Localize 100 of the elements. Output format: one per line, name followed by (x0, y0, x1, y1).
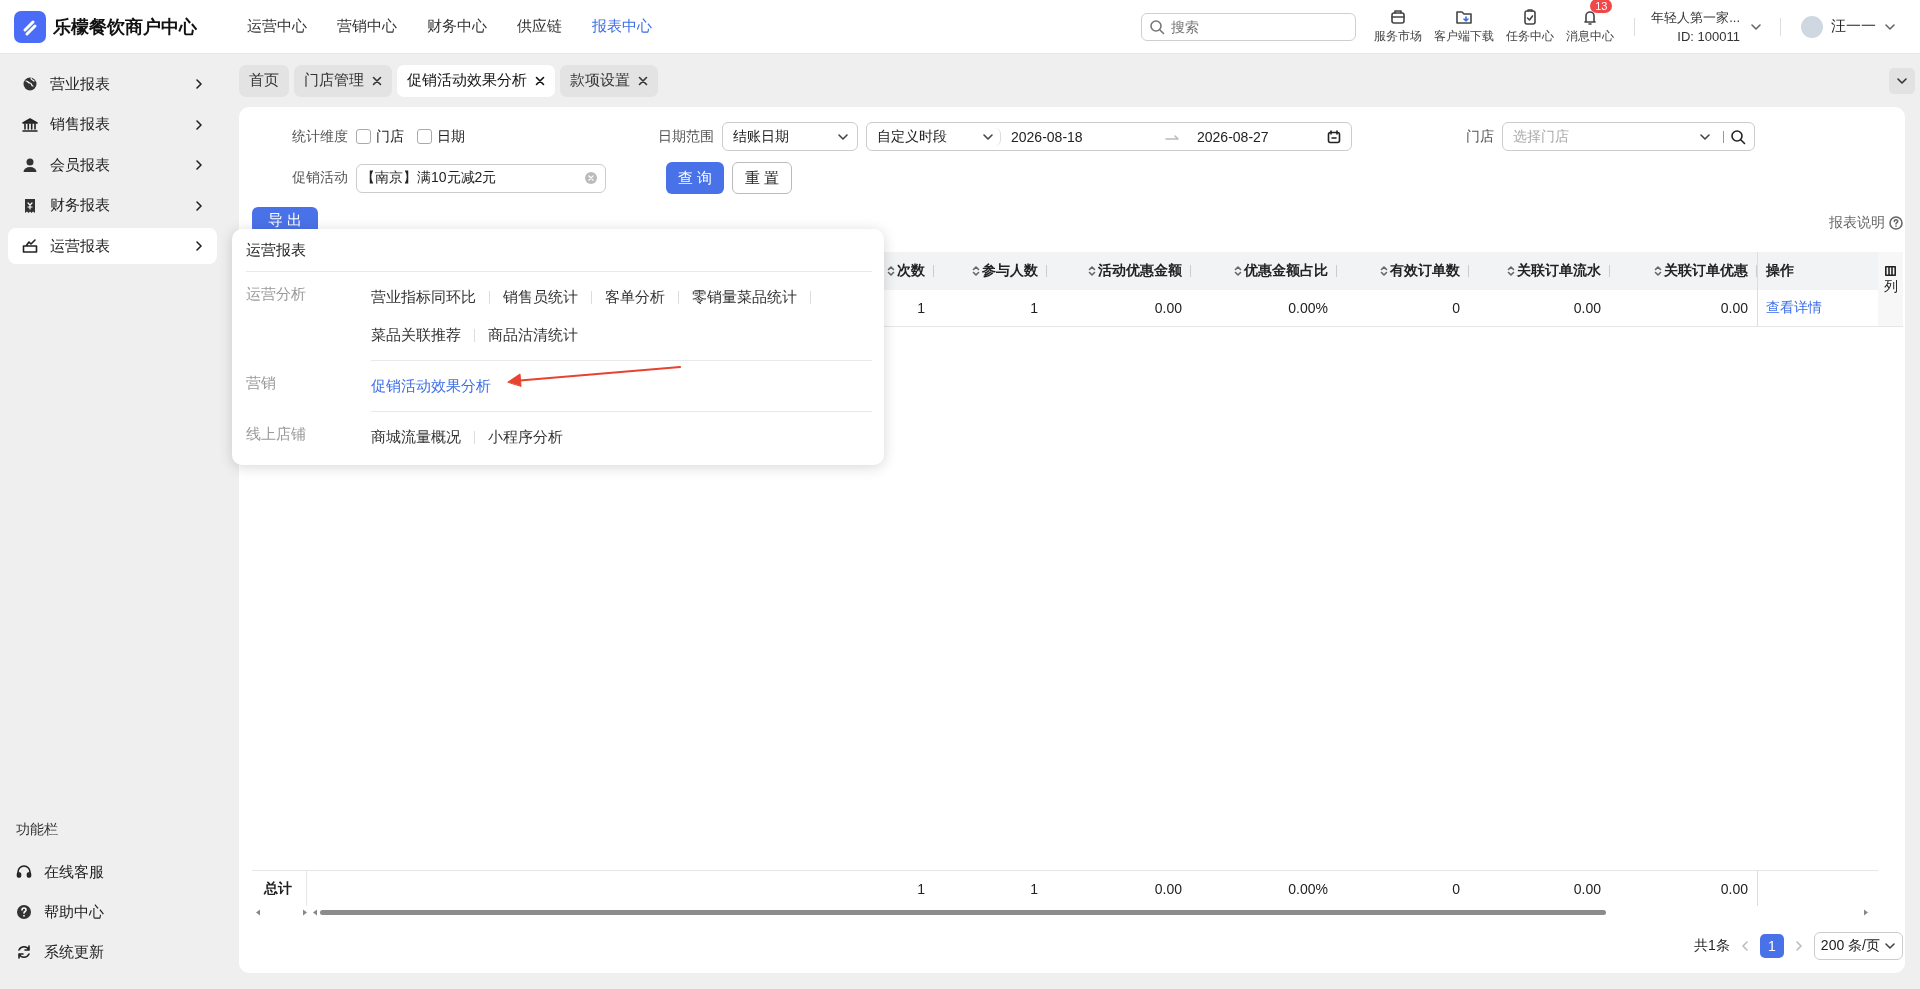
function-item[interactable]: 在线客服 (8, 857, 217, 887)
report-help-link[interactable]: 报表说明 (1829, 214, 1903, 232)
chevron-right-icon (193, 78, 205, 90)
next-page-icon (1793, 940, 1804, 952)
app-title: 乐檬餐饮商户中心 (53, 15, 197, 39)
total-cell-text: 0.00 (1719, 880, 1749, 897)
report-link[interactable]: 零销量菜品统计 (692, 278, 797, 316)
date-type-select[interactable]: 结账日期 (722, 122, 858, 151)
tab[interactable]: 首页 (239, 64, 289, 97)
task-button[interactable]: 任务中心 (1504, 8, 1557, 45)
report-link[interactable]: 促销活动效果分析 (371, 367, 491, 405)
total-cell-text: 0.00 (1153, 880, 1183, 897)
column-header[interactable]: 参与人数 (934, 252, 1047, 290)
column-header[interactable]: 优惠金额占比 (1191, 252, 1337, 290)
report-link[interactable]: 小程序分析 (488, 418, 563, 456)
table-cell-text: 1 (916, 300, 926, 316)
user-name[interactable]: 汪一一 (1831, 17, 1876, 36)
chevron-right-icon (193, 199, 205, 212)
search-icon (1730, 128, 1746, 145)
sidebar-item[interactable]: 营业报表 (8, 66, 217, 102)
period-select[interactable]: 自定义时段 (877, 127, 1001, 146)
group-label: 线上店铺 (246, 424, 307, 444)
nav-item[interactable]: 营销中心 (337, 13, 397, 40)
start-date[interactable]: 2026-08-18 (1011, 128, 1157, 145)
total-cell-text: 1 (1029, 880, 1039, 897)
field-label: 日期范围 (658, 127, 714, 146)
sidebar-item[interactable]: 销售报表 (8, 106, 217, 143)
bag-icon (1389, 8, 1408, 26)
chevron-down-icon (1884, 940, 1896, 952)
page-size-select[interactable]: 200 条/页 (1813, 932, 1903, 960)
checkbox-label[interactable]: 门店 (376, 127, 404, 146)
page-button[interactable]: 1 (1759, 934, 1784, 958)
person-icon (22, 157, 38, 173)
sidebar-item[interactable]: 运营报表 (8, 228, 217, 264)
nav-item[interactable]: 运营中心 (247, 13, 307, 40)
report-link[interactable]: 商品沽清统计 (488, 316, 578, 354)
field-label: 门店 (1466, 127, 1494, 146)
column-header[interactable]: 关联订单流水 (1469, 252, 1610, 290)
calendar-icon (1327, 129, 1341, 144)
table-cell-text: 0.00 (1153, 300, 1183, 316)
tab[interactable]: 门店管理 (294, 64, 392, 97)
reset-button[interactable]: 重置 (732, 162, 792, 194)
nav-item[interactable]: 供应链 (517, 13, 562, 40)
logo-icon (14, 10, 46, 43)
column-settings-button[interactable]: 列 (1878, 252, 1903, 327)
tab[interactable]: 促销活动效果分析 (397, 64, 555, 97)
report-link[interactable]: 商城流量概况 (371, 418, 461, 456)
avatar[interactable] (1801, 15, 1823, 38)
table-cell-text: 0.00 (1572, 300, 1602, 316)
field-label: 统计维度 (292, 127, 348, 146)
promotion-field[interactable]: 【南京】满10元减2元 (356, 163, 606, 193)
group-label: 运营分析 (246, 284, 307, 304)
function-item[interactable]: 系统更新 (8, 937, 217, 967)
query-button[interactable]: 查询 (666, 162, 724, 194)
total-cell-text: 0.00 (1572, 880, 1602, 897)
popup-title: 运营报表 (246, 241, 872, 272)
nav-item[interactable]: 报表中心 (592, 13, 652, 40)
table-cell-text: 0 (1451, 300, 1461, 316)
column-header[interactable]: 活动优惠金额 (1047, 252, 1191, 290)
report-link[interactable]: 菜品关联推荐 (371, 316, 461, 354)
field-label: 促销活动 (292, 169, 348, 187)
chevron-right-icon (193, 118, 205, 131)
nav-item[interactable]: 财务中心 (427, 13, 487, 40)
function-item[interactable]: 帮助中心 (8, 897, 217, 927)
view-details-link[interactable]: 查看详情 (1766, 299, 1822, 317)
chevron-right-icon (193, 159, 205, 171)
store-name: 年轻人第一家... (1651, 9, 1740, 27)
sidebar-item[interactable]: 会员报表 (8, 147, 217, 183)
table-cell-text: 0.00% (1287, 300, 1329, 316)
globe-icon (22, 76, 38, 92)
refresh-icon (16, 944, 32, 960)
column-header: 操作 (1757, 252, 1870, 290)
previous-page-icon (1739, 940, 1750, 952)
checkbox[interactable] (356, 129, 371, 144)
search-field[interactable]: 搜索 (1141, 12, 1357, 41)
tabs-menu-button[interactable] (1889, 67, 1915, 94)
help-icon (16, 904, 32, 920)
report-link[interactable]: 客单分析 (605, 278, 665, 316)
checkbox[interactable] (417, 129, 432, 144)
table-cell-text: 1 (1029, 300, 1039, 316)
bank-icon (22, 116, 38, 133)
sidebar-item[interactable]: 财务报表 (8, 187, 217, 224)
column-header[interactable]: 关联订单优惠 (1610, 252, 1757, 290)
tab[interactable]: 款项设置 (560, 64, 658, 97)
help-icon (1889, 216, 1903, 230)
chart-icon (22, 238, 38, 254)
section-title: 功能栏 (15, 821, 59, 839)
date-range-field[interactable]: 自定义时段 2026-08-18 2026-08-27 (866, 122, 1352, 151)
market-button[interactable]: 服务市场 (1372, 8, 1425, 45)
checkbox-label[interactable]: 日期 (437, 127, 465, 146)
column-header[interactable]: 有效订单数 (1337, 252, 1469, 290)
chevron-right-icon (193, 240, 205, 252)
report-link[interactable]: 营业指标同环比 (371, 278, 476, 316)
report-link[interactable]: 销售员统计 (503, 278, 578, 316)
folder-icon (1455, 8, 1474, 26)
total-cell-text: 1 (916, 880, 926, 897)
download-button[interactable]: 客户端下载 (1432, 8, 1497, 45)
total-cell-text: 0.00% (1287, 880, 1329, 897)
end-date[interactable]: 2026-08-27 (1197, 128, 1319, 145)
columns-icon (1885, 266, 1896, 276)
